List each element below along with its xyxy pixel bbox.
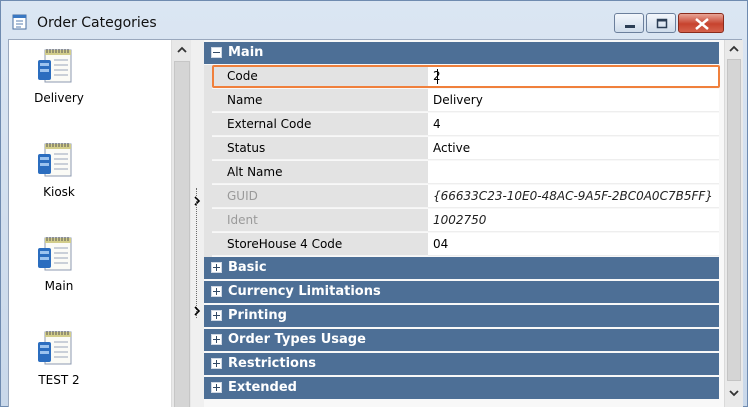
order-categories-window: Order Categories Delivery Kiosk Main TES… [0, 0, 748, 407]
ident-value: 1002750 [428, 209, 719, 232]
property-grid-scrollbar[interactable] [724, 40, 743, 407]
category-notepad-icon [36, 234, 76, 274]
property-row-code[interactable]: Code 2 [204, 65, 720, 89]
group-label: Extended [228, 380, 297, 395]
external-code-value-input[interactable]: 4 [428, 113, 719, 136]
expand-icon[interactable] [211, 358, 222, 369]
property-grid[interactable]: Main Code 2 Name Delivery External Code [204, 40, 743, 407]
category-notepad-icon [36, 46, 76, 86]
close-button[interactable] [678, 13, 724, 33]
row-gutter [204, 89, 212, 113]
property-name: StoreHouse 4 Code [212, 233, 428, 256]
category-label: TEST 2 [38, 373, 80, 387]
group-label: Main [228, 45, 264, 60]
row-gutter [204, 233, 212, 257]
property-row-storehouse-code[interactable]: StoreHouse 4 Code 04 [204, 233, 719, 257]
group-header-printing[interactable]: Printing [204, 305, 719, 327]
group-label: Restrictions [228, 356, 316, 371]
group-header-order-types-usage[interactable]: Order Types Usage [204, 329, 719, 351]
property-row-external-code[interactable]: External Code 4 [204, 113, 719, 137]
category-label: Delivery [34, 91, 84, 105]
status-value-select[interactable]: Active [428, 137, 719, 160]
group-header-extended[interactable]: Extended [204, 377, 719, 399]
code-value-input[interactable]: 2 [428, 65, 719, 88]
expand-icon[interactable] [211, 382, 222, 393]
expand-icon[interactable] [211, 262, 222, 273]
name-value-input[interactable]: Delivery [428, 89, 719, 112]
property-name: Code [212, 65, 428, 88]
row-gutter [204, 113, 212, 137]
property-name: External Code [212, 113, 428, 136]
group-header-currency-limitations[interactable]: Currency Limitations [204, 281, 719, 303]
property-row-status[interactable]: Status Active [204, 137, 719, 161]
scroll-up-icon[interactable] [725, 40, 743, 58]
expand-icon[interactable] [211, 310, 222, 321]
row-gutter [204, 185, 212, 209]
window-title: Order Categories [37, 15, 157, 31]
group-header-main[interactable]: Main [204, 42, 719, 64]
scroll-thumb[interactable] [174, 61, 190, 407]
expand-icon[interactable] [211, 334, 222, 345]
property-row-alt-name[interactable]: Alt Name [204, 161, 719, 185]
list-item[interactable]: Kiosk [9, 134, 177, 224]
property-name: Alt Name [212, 161, 428, 184]
alt-name-value-input[interactable] [428, 161, 719, 184]
row-gutter [204, 161, 212, 185]
client-area: Delivery Kiosk Main TEST 2 Main Code Nam… [8, 39, 743, 407]
property-row-name[interactable]: Name Delivery [204, 89, 719, 113]
property-row-guid: GUID {66633C23-10E0-48AC-9A5F-2BC0A0C7B5… [204, 185, 719, 209]
group-header-basic[interactable]: Basic [204, 257, 719, 279]
property-name: GUID [212, 185, 428, 208]
storehouse-code-value-input[interactable]: 04 [428, 233, 719, 256]
group-header-restrictions[interactable]: Restrictions [204, 353, 719, 375]
scroll-up-icon[interactable] [172, 40, 192, 60]
category-list-scrollbar[interactable] [171, 40, 191, 407]
category-notepad-icon [36, 328, 76, 368]
category-list[interactable]: Delivery Kiosk Main TEST 2 [9, 40, 197, 407]
title-bar[interactable]: Order Categories [1, 1, 747, 39]
maximize-button[interactable] [646, 13, 676, 33]
pane-splitter[interactable] [191, 40, 203, 407]
group-label: Basic [228, 260, 267, 275]
property-row-ident: Ident 1002750 [204, 209, 719, 233]
property-name: Status [212, 137, 428, 160]
property-name: Ident [212, 209, 428, 232]
list-item[interactable]: Main [9, 228, 177, 318]
scroll-down-icon[interactable] [725, 384, 743, 402]
expand-icon[interactable] [211, 286, 222, 297]
text-caret [437, 69, 438, 84]
collapse-right-arrow-icon[interactable] [194, 306, 201, 319]
property-name: Name [212, 89, 428, 112]
category-label: Kiosk [43, 185, 75, 199]
row-gutter [204, 209, 212, 233]
row-gutter [204, 137, 212, 161]
group-label: Currency Limitations [228, 284, 381, 299]
guid-value: {66633C23-10E0-48AC-9A5F-2BC0A0C7B5FF} [428, 185, 719, 208]
list-item[interactable]: Delivery [9, 40, 177, 130]
splitter-grip [196, 188, 198, 318]
collapse-icon[interactable] [211, 47, 222, 58]
app-notepad-icon [11, 13, 28, 30]
list-item[interactable]: TEST 2 [9, 322, 177, 407]
category-notepad-icon [36, 140, 76, 180]
scroll-thumb[interactable] [727, 59, 741, 381]
row-gutter [204, 65, 212, 89]
group-label: Order Types Usage [228, 332, 366, 347]
minimize-button[interactable] [614, 13, 644, 33]
group-label: Printing [228, 308, 287, 323]
category-label: Main [44, 279, 74, 293]
